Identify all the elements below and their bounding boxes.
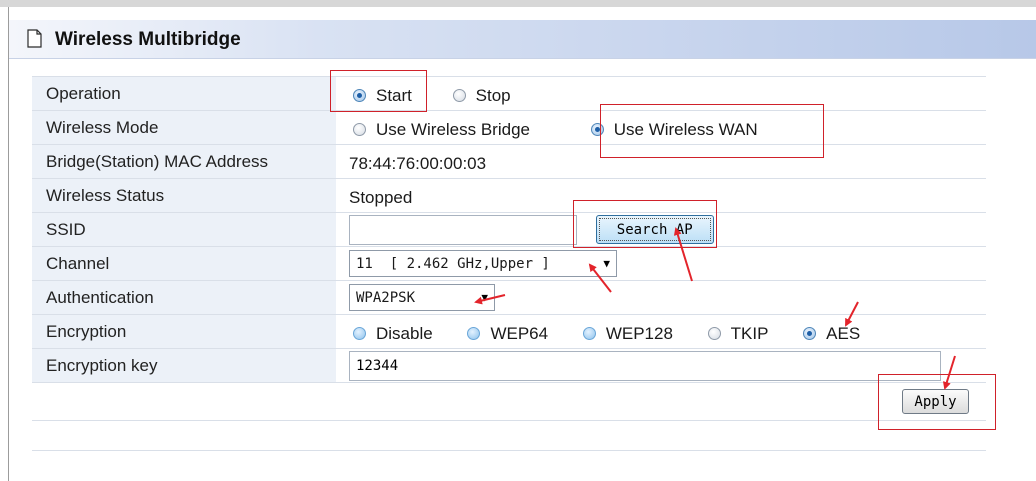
arrow-to-apply <box>942 355 956 390</box>
arrow-to-authentication <box>474 294 506 305</box>
arrow-to-search-ap <box>673 227 693 282</box>
annotation-arrows <box>474 227 956 390</box>
arrow-to-channel <box>588 263 612 293</box>
arrow-to-aes <box>845 301 859 327</box>
